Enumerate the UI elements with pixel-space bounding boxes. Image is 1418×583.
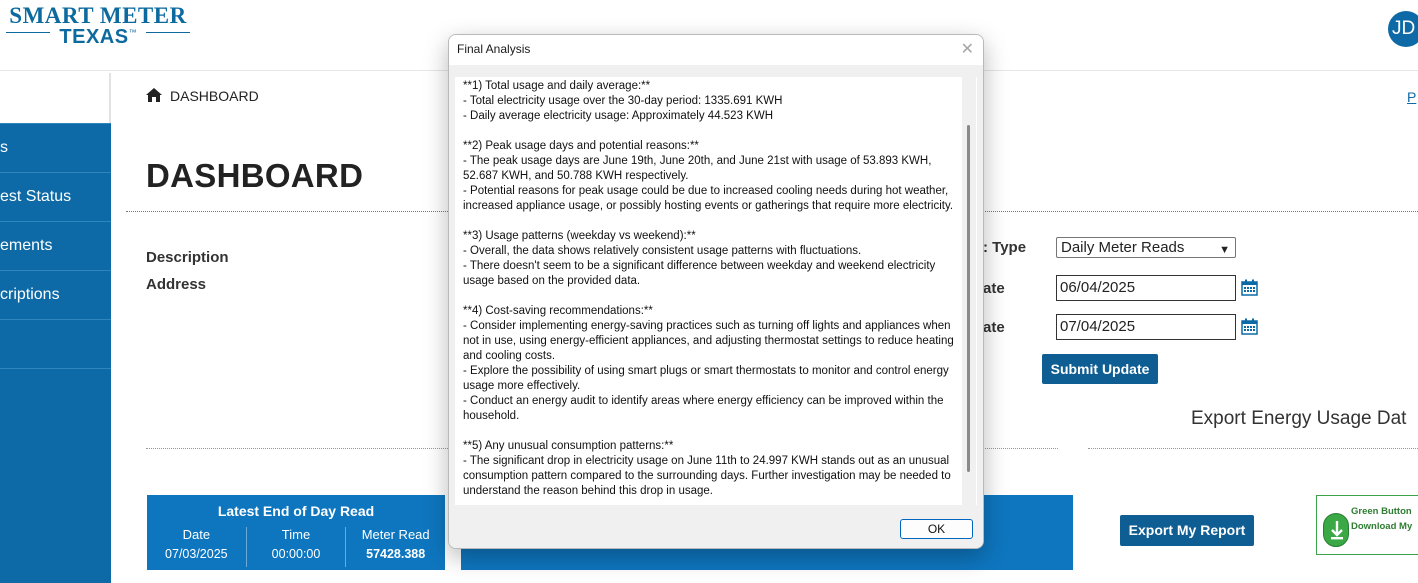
start-date-label: ate xyxy=(983,280,1005,297)
dialog-title: Final Analysis xyxy=(449,35,983,65)
report-type-select[interactable]: Daily Meter Reads ▼ xyxy=(1056,237,1236,258)
address-label: Address xyxy=(146,276,207,293)
breadcrumb-label: DASHBOARD xyxy=(170,88,259,104)
user-avatar[interactable]: JD xyxy=(1388,11,1418,47)
sidebar-item-1[interactable]: s xyxy=(0,123,111,172)
analysis-text-area[interactable]: **1) Total usage and daily average:** - … xyxy=(455,77,977,505)
sidebar: s est Status ements criptions xyxy=(0,73,111,583)
end-date-label: ate xyxy=(983,319,1005,336)
meter-read-value: 57428.388 xyxy=(366,547,426,561)
smart-meter-texas-logo[interactable]: SMART METER TEXAS™ xyxy=(6,4,190,48)
green-button-line2: Download My xyxy=(1351,521,1413,532)
dialog-footer: OK xyxy=(449,510,983,548)
export-section-title: Export Energy Usage Dat xyxy=(1191,408,1407,429)
report-type-value: Daily Meter Reads xyxy=(1061,239,1185,256)
logo-trademark: ™ xyxy=(128,28,137,37)
green-button-text: Green Button Download My xyxy=(1351,504,1412,534)
start-date-input[interactable]: 06/04/2025 xyxy=(1056,275,1236,301)
chevron-down-icon: ▼ xyxy=(1219,244,1230,256)
latest-read-date: Date 07/03/2025 xyxy=(147,527,247,567)
export-my-report-button[interactable]: Export My Report xyxy=(1120,515,1254,546)
meter-read-label: Meter Read xyxy=(361,527,430,542)
end-date-input[interactable]: 07/04/2025 xyxy=(1056,314,1236,340)
page-title: DASHBOARD xyxy=(146,157,364,194)
green-button-download[interactable]: Green Button Download My xyxy=(1316,495,1418,555)
sidebar-item-5[interactable] xyxy=(0,319,111,368)
logo-line1: SMART METER xyxy=(9,3,187,28)
date-label: Date xyxy=(182,527,211,542)
report-type-label: : Type xyxy=(983,239,1027,256)
sidebar-item-2[interactable]: est Status xyxy=(0,172,111,221)
close-icon[interactable]: ✕ xyxy=(961,39,974,59)
green-button-line1: Green Button xyxy=(1351,506,1412,517)
breadcrumb: DASHBOARD xyxy=(146,88,259,104)
logo-line2: TEXAS xyxy=(59,26,129,48)
final-analysis-dialog: Final Analysis ✕ **1) Total usage and da… xyxy=(448,34,984,549)
section-divider-right xyxy=(1088,448,1418,449)
sidebar-item-label: ements xyxy=(0,237,53,254)
sidebar-item-label: criptions xyxy=(0,286,60,303)
time-value: 00:00:00 xyxy=(271,547,321,561)
logo-line2-wrap: TEXAS™ xyxy=(6,26,190,48)
latest-read-card: Latest End of Day Read Date 07/03/2025 T… xyxy=(147,495,445,570)
latest-read-title: Latest End of Day Read xyxy=(217,503,375,519)
dialog-body: **1) Total usage and daily average:** - … xyxy=(449,65,983,510)
sidebar-item-6 xyxy=(0,368,111,417)
ok-button[interactable]: OK xyxy=(900,519,973,539)
analysis-text: **1) Total usage and daily average:** - … xyxy=(463,80,954,497)
top-right-link[interactable]: P xyxy=(1407,89,1416,105)
submit-update-button[interactable]: Submit Update xyxy=(1042,354,1158,384)
dialog-scrollbar-thumb[interactable] xyxy=(967,125,970,472)
sidebar-item-4[interactable]: criptions xyxy=(0,270,111,319)
latest-read-time: Time 00:00:00 xyxy=(247,527,347,567)
sidebar-item-label: est Status xyxy=(0,188,72,205)
calendar-icon[interactable] xyxy=(1241,279,1258,296)
sidebar-item-3[interactable]: ements xyxy=(0,221,111,270)
sidebar-item-label: s xyxy=(0,139,8,156)
home-icon[interactable] xyxy=(146,88,162,102)
download-arrow-icon xyxy=(1323,513,1349,547)
calendar-icon[interactable] xyxy=(1241,318,1258,335)
description-label: Description xyxy=(146,249,229,266)
latest-read-meter: Meter Read 57428.388 xyxy=(346,527,445,567)
time-label: Time xyxy=(281,527,311,542)
sidebar-top-blank xyxy=(0,73,111,123)
date-value: 07/03/2025 xyxy=(165,547,228,561)
